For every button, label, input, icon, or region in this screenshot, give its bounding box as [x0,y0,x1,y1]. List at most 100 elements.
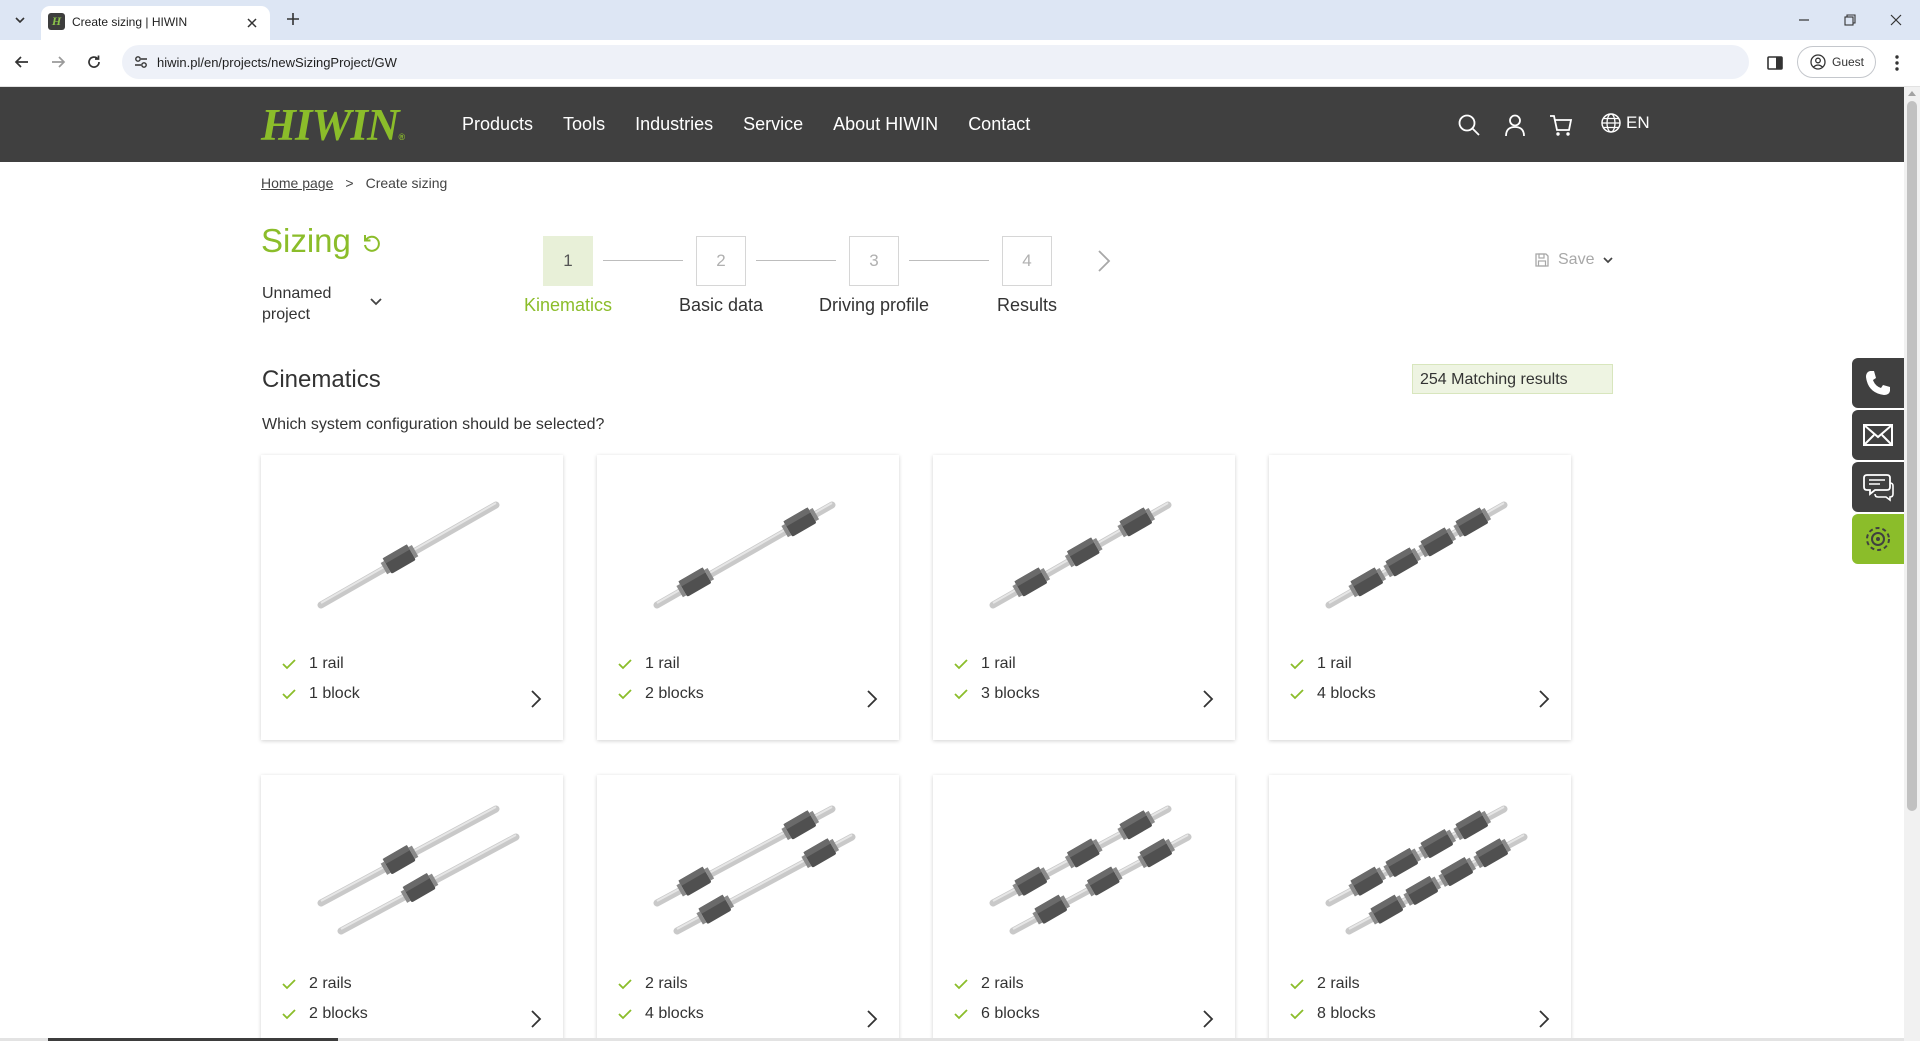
step-1-box[interactable]: 1 [543,236,593,286]
hiwin-logo[interactable]: HIWIN® [261,100,406,159]
configuration-card[interactable]: 2 rails 2 blocks [261,775,563,1041]
reset-icon[interactable] [360,232,384,256]
browser-tab-active[interactable]: H Create sizing | HIWIN [41,6,270,40]
side-panel-icon[interactable] [1765,53,1785,73]
configurator-button[interactable] [1852,514,1904,564]
chevron-right-icon[interactable] [529,688,543,710]
scroll-up-icon[interactable] [1908,91,1916,96]
breadcrumb-current: Create sizing [365,175,448,191]
nav-about[interactable]: About HIWIN [833,114,938,135]
cart-icon[interactable] [1548,112,1574,138]
configuration-card[interactable]: 2 rails 6 blocks [933,775,1235,1041]
check-icon [954,689,968,700]
globe-icon [1601,113,1621,133]
reload-button[interactable] [83,51,105,73]
chevron-right-icon[interactable] [1537,1008,1551,1030]
check-icon [954,659,968,670]
rail-count-feature: 2 rails [281,975,352,993]
step-label-results[interactable]: Results [947,295,1107,316]
block-count-feature: 1 block [281,685,360,703]
rail-count-label: 2 rails [645,975,688,992]
save-button[interactable]: Save [1534,251,1614,269]
chevron-right-icon[interactable] [1201,688,1215,710]
chevron-right-icon[interactable] [1095,248,1113,274]
url-text[interactable]: hiwin.pl/en/projects/newSizingProject/GW [157,55,397,70]
mail-button[interactable] [1852,410,1904,460]
configuration-card[interactable]: 1 rail 1 block [261,455,563,740]
configuration-card[interactable]: 1 rail 4 blocks [1269,455,1571,740]
profile-button[interactable]: Guest [1797,46,1876,78]
rail-count-feature: 1 rail [1289,655,1352,673]
step-label-driving-profile[interactable]: Driving profile [794,295,954,316]
gear-icon [1866,527,1890,551]
registered-mark-icon: ® [398,132,406,142]
block-count-label: 3 blocks [981,685,1040,702]
rail-count-label: 1 rail [1317,655,1352,672]
nav-industries[interactable]: Industries [635,114,713,135]
block-count-feature: 4 blocks [617,1005,704,1023]
configuration-image [1325,501,1508,609]
restore-button[interactable] [1840,10,1860,30]
site-info-icon[interactable] [132,53,150,71]
configuration-card[interactable]: 2 rails 4 blocks [597,775,899,1041]
back-button[interactable] [11,51,33,73]
new-tab-icon[interactable] [284,10,302,28]
mail-icon [1863,424,1893,446]
check-icon [618,659,632,670]
search-icon[interactable] [1456,112,1482,138]
chevron-right-icon[interactable] [529,1008,543,1030]
configuration-card[interactable]: 1 rail 3 blocks [933,455,1235,740]
configuration-image [1325,805,1528,935]
account-icon[interactable] [1502,112,1528,138]
forward-button[interactable] [47,51,69,73]
reload-icon [88,55,100,68]
breadcrumb: Home page > Create sizing [261,175,447,191]
configuration-image [653,501,836,609]
page-scrollbar[interactable] [1904,87,1920,1041]
close-window-button[interactable] [1886,10,1906,30]
language-selector[interactable]: EN [1600,112,1650,134]
configuration-image [317,501,500,609]
close-icon [1890,14,1902,26]
nav-service[interactable]: Service [743,114,803,135]
chevron-right-icon[interactable] [1537,688,1551,710]
logo-text: HIWIN [261,100,400,150]
chevron-right-icon[interactable] [1201,1008,1215,1030]
tab-title: Create sizing | HIWIN [72,15,188,29]
matching-results-badge: 254 Matching results [1412,364,1613,394]
chevron-right-icon[interactable] [865,1008,879,1030]
project-name[interactable]: Unnamed project [262,283,352,325]
minimize-button[interactable] [1794,10,1814,30]
chat-button[interactable] [1852,462,1904,512]
rail-count-feature: 1 rail [281,655,344,673]
rail-count-feature: 2 rails [953,975,1024,993]
step-label-basic-data[interactable]: Basic data [641,295,801,316]
block-count-label: 8 blocks [1317,1005,1376,1022]
chevron-down-icon[interactable] [368,296,384,308]
nav-products[interactable]: Products [462,114,533,135]
step-label-kinematics[interactable]: Kinematics [488,295,648,316]
configuration-card[interactable]: 1 rail 2 blocks [597,455,899,740]
address-bar[interactable]: hiwin.pl/en/projects/newSizingProject/GW [122,45,1749,79]
rail-count-feature: 2 rails [1289,975,1360,993]
more-vertical-icon[interactable] [1889,53,1905,73]
nav-tools[interactable]: Tools [563,114,605,135]
step-3-box[interactable]: 3 [849,236,899,286]
chat-icon [1863,474,1894,502]
chevron-right-icon[interactable] [865,688,879,710]
configuration-image [989,805,1192,935]
check-icon [618,979,632,990]
rail-count-label: 1 rail [645,655,680,672]
step-2-box[interactable]: 2 [696,236,746,286]
scrollbar-thumb[interactable] [1907,101,1917,811]
browser-toolbar: hiwin.pl/en/projects/newSizingProject/GW… [0,40,1920,87]
close-tab-icon[interactable] [244,15,260,31]
configuration-card[interactable]: 2 rails 8 blocks [1269,775,1571,1041]
step-4-box[interactable]: 4 [1002,236,1052,286]
block-count-feature: 4 blocks [1289,685,1376,703]
breadcrumb-home[interactable]: Home page [261,175,333,191]
rail-count-label: 2 rails [309,975,352,992]
nav-contact[interactable]: Contact [968,114,1030,135]
phone-button[interactable] [1852,358,1904,408]
tab-search-button[interactable] [9,9,31,31]
